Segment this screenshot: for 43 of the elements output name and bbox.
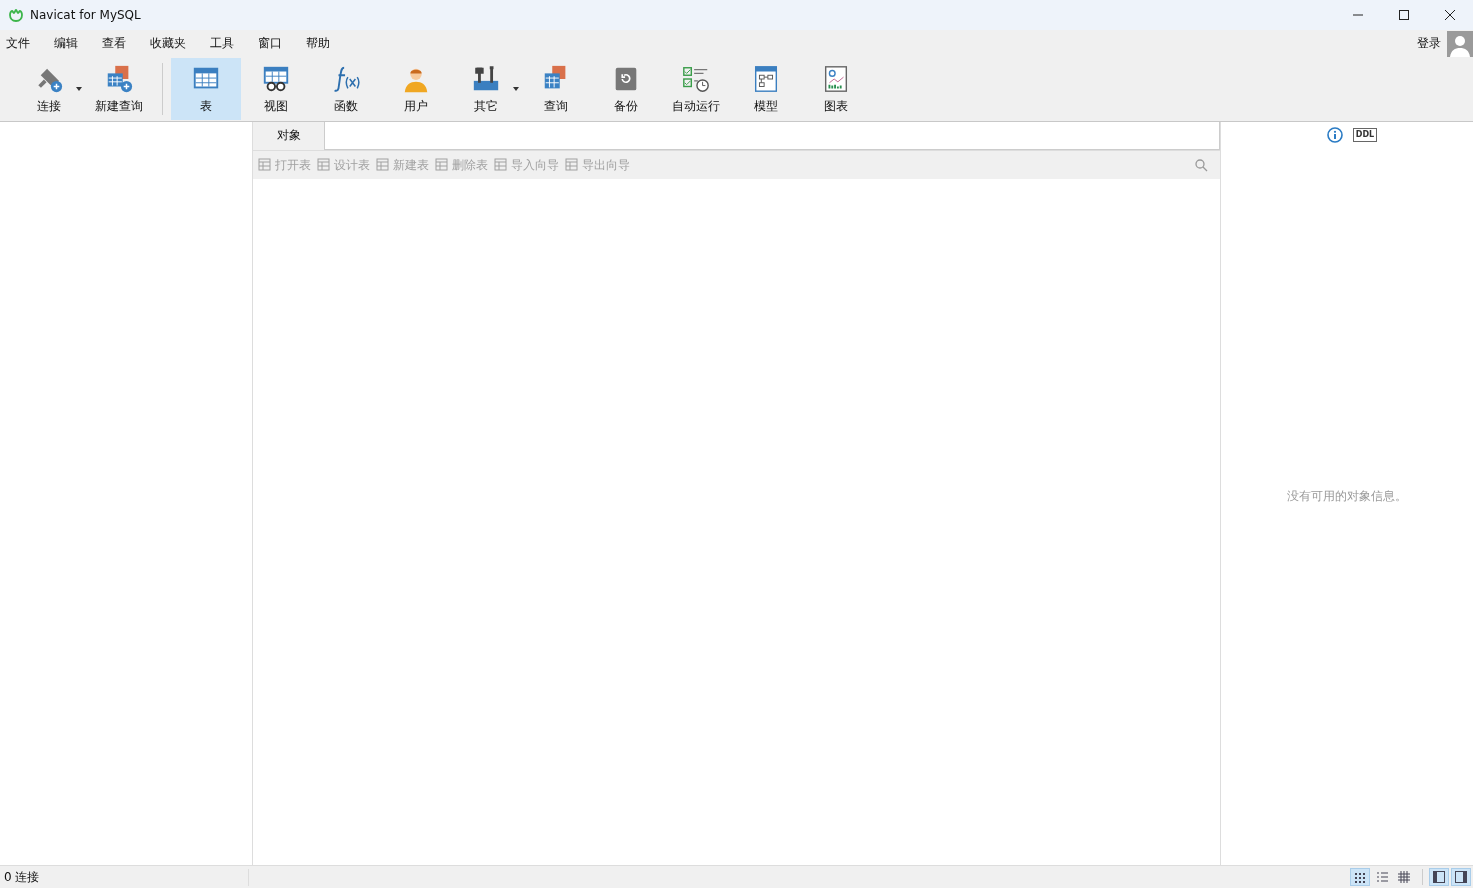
table-icon: [494, 158, 508, 172]
caret-icon[interactable]: [513, 87, 519, 91]
toolbar-button[interactable]: 函数: [311, 58, 381, 120]
login-link[interactable]: 登录: [1417, 35, 1441, 52]
grid-icon: [1397, 870, 1411, 884]
menu-item[interactable]: 编辑: [54, 35, 78, 52]
dots-grid-icon: [1353, 870, 1367, 884]
table-icon: [565, 158, 579, 172]
toolbar-button[interactable]: 用户: [381, 58, 451, 120]
menu-item[interactable]: 工具: [210, 35, 234, 52]
table-icon: [317, 158, 331, 172]
ddl-button[interactable]: DDL: [1352, 128, 1378, 142]
app-logo-icon: [8, 7, 24, 23]
connection-count: 0 连接: [4, 868, 249, 886]
toolbar-button[interactable]: 连接: [14, 58, 84, 120]
panel-icon: [1454, 870, 1468, 884]
table-icon: [258, 158, 272, 172]
grid-view-button[interactable]: [1350, 868, 1370, 886]
toolbar-button[interactable]: 视图: [241, 58, 311, 120]
table-icon: [376, 158, 390, 172]
toolbar-button[interactable]: 备份: [591, 58, 661, 120]
toolbar-button[interactable]: 模型: [731, 58, 801, 120]
panel-icon: [1432, 870, 1446, 884]
toolbar-button[interactable]: 查询: [521, 58, 591, 120]
toolbar-button[interactable]: 其它: [451, 58, 521, 120]
list-icon: [1375, 870, 1389, 884]
menu-item[interactable]: 文件: [6, 35, 30, 52]
toolbar-button[interactable]: 新建查询: [84, 58, 154, 120]
left-panel-button[interactable]: [1429, 868, 1449, 886]
menu-item[interactable]: 帮助: [306, 35, 330, 52]
menu-item[interactable]: 查看: [102, 35, 126, 52]
right-panel-button[interactable]: [1451, 868, 1471, 886]
table-icon: [435, 158, 449, 172]
menu-item[interactable]: 收藏夹: [150, 35, 186, 52]
toolbar-button[interactable]: 图表: [801, 58, 871, 120]
info-icon[interactable]: [1326, 127, 1343, 143]
caret-icon[interactable]: [76, 87, 82, 91]
toolbar-button[interactable]: 自动运行: [661, 58, 731, 120]
window-title: Navicat for MySQL: [30, 8, 141, 22]
avatar-icon[interactable]: [1447, 30, 1473, 57]
menu-item[interactable]: 窗口: [258, 35, 282, 52]
toolbar-button[interactable]: 表: [171, 58, 241, 120]
empty-message: 没有可用的对象信息。: [1287, 488, 1407, 505]
